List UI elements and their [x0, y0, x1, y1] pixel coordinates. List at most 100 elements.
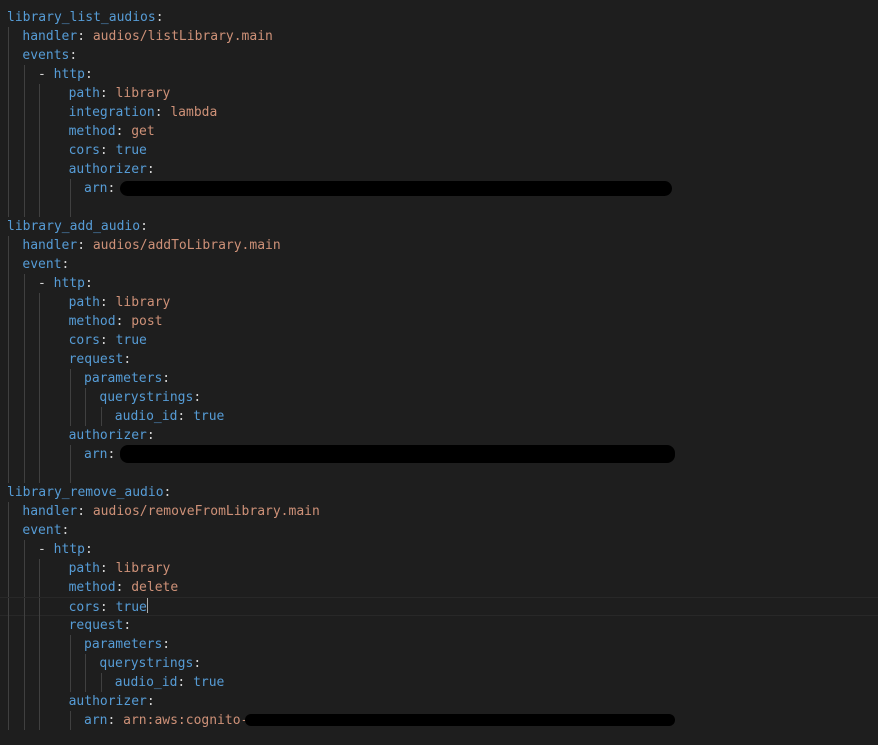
yaml-key: http: [53, 67, 85, 82]
yaml-key: library_list_audios: [7, 10, 156, 25]
yaml-key: cors: [68, 143, 100, 158]
yaml-key: cors: [68, 333, 100, 348]
indent-guide: [85, 673, 86, 692]
yaml-colon: :: [115, 580, 124, 595]
indent-guide: [39, 84, 40, 103]
indent-guide: [8, 578, 9, 597]
code-line[interactable]: handler: audios/removeFromLibrary.main: [0, 502, 878, 521]
indent-guide: [24, 369, 25, 388]
indent-guide: [8, 635, 9, 654]
code-line[interactable]: audio_id: true: [0, 673, 878, 692]
yaml-colon: :: [99, 561, 108, 576]
indent-guide: [39, 160, 40, 179]
indent-guide: [8, 559, 9, 578]
code-text: method: get: [69, 122, 155, 141]
indent-guide: [39, 616, 40, 635]
code-line[interactable]: path: library: [0, 559, 878, 578]
yaml-colon: :: [115, 124, 124, 139]
code-line[interactable]: querystrings:: [0, 388, 878, 407]
code-line[interactable]: path: library: [0, 84, 878, 103]
code-line[interactable]: arn: arn:aws:cognito-: [0, 711, 878, 730]
code-line[interactable]: request:: [0, 616, 878, 635]
yaml-colon: :: [99, 86, 108, 101]
code-line[interactable]: cors: true: [0, 597, 878, 617]
code-line[interactable]: library_add_audio:: [0, 217, 878, 236]
indent-guide: [39, 426, 40, 445]
code-line[interactable]: method: get: [0, 122, 878, 141]
code-line[interactable]: library_list_audios:: [0, 8, 878, 27]
yaml-key: authorizer: [68, 428, 147, 443]
indent-guide: [24, 312, 25, 331]
yaml-colon: :: [107, 181, 116, 196]
code-text: library_list_audios:: [7, 8, 164, 27]
code-line[interactable]: audio_id: true: [0, 407, 878, 426]
code-line[interactable]: method: post: [0, 312, 878, 331]
indent-guide: [39, 559, 40, 578]
code-line[interactable]: authorizer:: [0, 160, 878, 179]
yaml-value: true: [115, 600, 147, 615]
code-line[interactable]: - http:: [0, 65, 878, 84]
indent-guide: [39, 654, 40, 673]
code-text: arn:: [84, 445, 115, 464]
indent-guide: [8, 673, 9, 692]
code-line[interactable]: authorizer:: [0, 426, 878, 445]
code-line[interactable]: - http:: [0, 274, 878, 293]
code-line[interactable]: event:: [0, 255, 878, 274]
indent-guide: [8, 502, 9, 521]
yaml-value: audios/addToLibrary.main: [92, 238, 281, 253]
indent-guide: [8, 598, 9, 617]
code-text: audio_id: true: [115, 407, 225, 426]
yaml-key: method: [68, 124, 116, 139]
indent-guide: [24, 141, 25, 160]
code-line[interactable]: authorizer:: [0, 692, 878, 711]
code-line[interactable]: - http:: [0, 540, 878, 559]
yaml-value: audios/listLibrary.main: [92, 29, 273, 44]
code-line[interactable]: parameters:: [0, 635, 878, 654]
yaml-value: get: [131, 124, 155, 139]
code-line[interactable]: method: delete: [0, 578, 878, 597]
yaml-colon: :: [146, 694, 155, 709]
code-line[interactable]: querystrings:: [0, 654, 878, 673]
yaml-colon: :: [146, 162, 155, 177]
code-line[interactable]: handler: audios/listLibrary.main: [0, 27, 878, 46]
code-text: audio_id: true: [115, 673, 225, 692]
code-line[interactable]: path: library: [0, 293, 878, 312]
indent-guide: [8, 160, 9, 179]
yaml-colon: :: [140, 219, 148, 234]
indent-guide: [24, 198, 25, 217]
yaml-colon: :: [154, 105, 163, 120]
code-line[interactable]: cors: true: [0, 331, 878, 350]
yaml-key: cors: [68, 600, 100, 615]
yaml-key: parameters: [84, 371, 163, 386]
indent-guide: [8, 103, 9, 122]
indent-guide: [8, 179, 9, 198]
code-line[interactable]: library_remove_audio:: [0, 483, 878, 502]
code-line[interactable]: cors: true: [0, 141, 878, 160]
indent-guide: [39, 711, 40, 730]
code-line[interactable]: event:: [0, 521, 878, 540]
yaml-colon: :: [162, 371, 171, 386]
indent-guide: [24, 540, 25, 559]
code-line[interactable]: parameters:: [0, 369, 878, 388]
redaction-mark: [120, 181, 672, 196]
code-editor[interactable]: library_list_audios: handler: audios/list…: [0, 0, 878, 745]
yaml-value: true: [193, 675, 225, 690]
yaml-colon: :: [107, 447, 116, 462]
indent-guide: [24, 122, 25, 141]
yaml-colon: :: [77, 29, 86, 44]
code-line[interactable]: handler: audios/addToLibrary.main: [0, 236, 878, 255]
indent-guide: [8, 445, 9, 464]
indent-guide: [24, 407, 25, 426]
code-line[interactable]: arn:: [0, 179, 878, 198]
code-line[interactable]: integration: lambda: [0, 103, 878, 122]
text-cursor: [146, 598, 148, 613]
code-line[interactable]: events:: [0, 46, 878, 65]
code-line[interactable]: request:: [0, 350, 878, 369]
indent-guide: [70, 179, 71, 198]
blank-line[interactable]: [0, 464, 878, 483]
indent-guide: [39, 598, 40, 617]
yaml-colon: :: [77, 238, 86, 253]
code-line[interactable]: arn:: [0, 445, 878, 464]
blank-line[interactable]: [0, 198, 878, 217]
code-text: handler: audios/listLibrary.main: [22, 27, 272, 46]
